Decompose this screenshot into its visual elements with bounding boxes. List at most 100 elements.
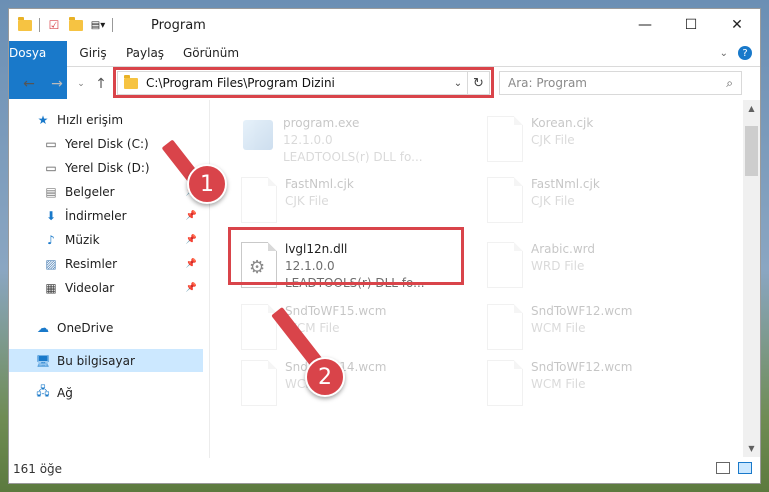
music-icon: ♪ [47,232,55,247]
sidebar-item-label: Yerel Disk (D:) [65,160,150,175]
computer-icon: 🖥 [35,353,51,368]
file-name: Arabic.wrd [531,242,596,256]
file-icon [487,304,523,350]
list-item[interactable]: SndToWF12.wcm WCM File [477,356,707,414]
file-type: CJK File [531,194,575,208]
list-item[interactable]: FastNml.cjk CJK File [231,173,461,231]
sidebar-item-label: Ağ [57,385,73,400]
pin-icon[interactable]: 📌 [186,211,197,221]
file-type: WCM File [285,321,340,335]
list-item[interactable]: FastNml.cjk CJK File [477,173,707,231]
hard-drive-icon: ▭ [45,160,57,175]
pin-icon[interactable]: 📌 [186,235,197,245]
film-icon: ▦ [45,280,57,295]
sidebar-item-pictures[interactable]: ▨ Resimler 📌 [9,252,203,275]
sidebar-item-label: Bu bilgisayar [57,353,135,368]
file-icon [241,304,277,350]
sidebar-item-videos[interactable]: ▦ Videolar 📌 [9,276,203,299]
back-arrow-icon[interactable]: ← [19,74,39,94]
file-icon [241,360,277,406]
list-item[interactable]: program.exe 12.1.0.0 LEADTOOLS(r) DLL fo… [231,112,461,170]
file-name: FastNml.cjk [285,177,354,191]
ribbon-right: ⌄ ? [720,46,752,60]
status-bar: 161 öğe [9,457,760,483]
file-name: SndToWF15.wcm [285,304,387,318]
window-title: Program [151,18,206,33]
file-name: SndToWF12.wcm [531,304,633,318]
scroll-up-icon[interactable]: ▲ [743,100,760,117]
sidebar-item-label: Belgeler [65,184,115,199]
cloud-icon: ☁ [37,320,49,335]
ribbon-tabs: Dosya Giriş Paylaş Görünüm ⌄ ? [9,41,760,99]
file-name: SndToWF12.wcm [531,360,633,374]
file-icon [487,177,523,223]
toolbar-separator [112,18,113,32]
file-type: WRD File [531,259,585,273]
pane-divider [209,100,210,458]
file-version: 12.1.0.0 [283,133,333,147]
document-icon: ▤ [45,184,57,199]
sidebar-item-label: OneDrive [57,320,114,335]
sidebar-item-label: Videolar [65,280,115,295]
network-icon: 🖧 [36,384,50,398]
file-highlight-box [228,227,464,285]
sidebar-item-network[interactable]: 🖧 Ağ [9,381,203,404]
minimize-button[interactable]: — [622,9,668,41]
list-item[interactable]: Korean.cjk CJK File [477,112,707,170]
star-icon: ★ [37,112,49,127]
scrollbar-thumb[interactable] [745,126,758,176]
file-icon [487,116,523,162]
pin-icon[interactable]: 📌 [186,259,197,269]
details-view-icon[interactable] [716,462,730,474]
sidebar-item-this-pc[interactable]: 🖥 Bu bilgisayar [9,349,203,372]
item-count: 161 öğe [13,462,63,476]
sidebar-item-label: Resimler [65,256,118,271]
properties-icon[interactable]: ☑ [46,17,62,33]
pin-icon[interactable]: 📌 [186,283,197,293]
customize-toolbar-icon[interactable]: ▤▾ [90,17,106,33]
list-item[interactable]: Arabic.wrd WRD File [477,238,707,296]
file-icon [487,360,523,406]
close-button[interactable]: ✕ [714,9,760,41]
sidebar-item-downloads[interactable]: ⬇ İndirmeler 📌 [9,204,203,227]
recent-locations-icon[interactable]: ⌄ [71,74,91,94]
explorer-window: ☑ ▤▾ Program — ☐ ✕ Dosya Giriş Paylaş Gö… [8,8,761,484]
address-highlight-box [113,67,494,98]
search-placeholder: Ara: Program [508,76,587,90]
sidebar-item-music[interactable]: ♪ Müzik 📌 [9,228,203,251]
tab-giris[interactable]: Giriş [73,41,113,66]
title-bar: ☑ ▤▾ Program — ☐ ✕ [9,9,760,41]
sidebar-item-label: Hızlı erişim [57,112,124,127]
quick-access-toolbar: ☑ ▤▾ [17,16,113,33]
file-icon [241,177,277,223]
search-icon: ⌕ [726,75,733,90]
list-item[interactable]: SndToWF15.wcm WCM File [231,300,461,358]
hard-drive-icon: ▭ [45,136,57,151]
toolbar-separator [39,18,40,32]
folder-icon[interactable] [17,16,33,33]
sidebar-item-onedrive[interactable]: ☁ OneDrive [9,316,203,339]
list-item[interactable]: SndToWF12.wcm WCM File [477,300,707,358]
sidebar-item-label: Müzik [65,232,100,247]
tab-gorunum[interactable]: Görünüm [181,41,241,66]
maximize-button[interactable]: ☐ [668,9,714,41]
tab-paylas[interactable]: Paylaş [121,41,169,66]
search-input[interactable]: Ara: Program ⌕ [499,71,742,95]
list-item[interactable]: SndToWF14.wcm WCM File [231,356,461,414]
help-icon[interactable]: ? [738,46,752,60]
sidebar-item-quick-access[interactable]: ★ Hızlı erişim [9,108,203,131]
up-arrow-icon[interactable]: ↑ [91,74,111,94]
scroll-down-icon[interactable]: ▼ [743,440,760,457]
sidebar-item-documents[interactable]: ▤ Belgeler 📌 [9,180,203,203]
forward-arrow-icon[interactable]: → [47,74,67,94]
file-icon [487,242,523,288]
sidebar-item-label: İndirmeler [65,208,127,223]
step-badge-2: 2 [305,357,345,397]
file-type: CJK File [285,194,329,208]
file-type: CJK File [531,133,575,147]
file-name: FastNml.cjk [531,177,600,191]
vertical-scrollbar[interactable]: ▲ ▼ [743,100,760,457]
large-icons-view-icon[interactable] [738,462,752,474]
new-folder-icon[interactable] [68,16,84,33]
expand-ribbon-icon[interactable]: ⌄ [720,48,728,59]
